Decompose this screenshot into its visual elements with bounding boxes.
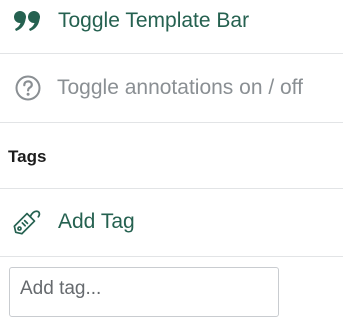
add-tag-label: Add Tag (58, 210, 135, 233)
add-tag-button[interactable]: Add Tag (0, 200, 343, 244)
toggle-template-bar-button[interactable]: Toggle Template Bar (0, 0, 343, 42)
toggle-template-bar-label: Toggle Template Bar (58, 9, 250, 32)
divider (0, 256, 343, 257)
tags-heading: Tags (8, 147, 47, 166)
quote-icon (13, 6, 43, 36)
divider (0, 53, 343, 54)
divider (0, 122, 343, 123)
help-circle-icon (13, 73, 43, 103)
toggle-annotations-label: Toggle annotations on / off (57, 76, 303, 99)
tag-icon (12, 207, 42, 237)
divider (0, 188, 343, 189)
toggle-annotations-button[interactable]: Toggle annotations on / off (0, 66, 343, 110)
